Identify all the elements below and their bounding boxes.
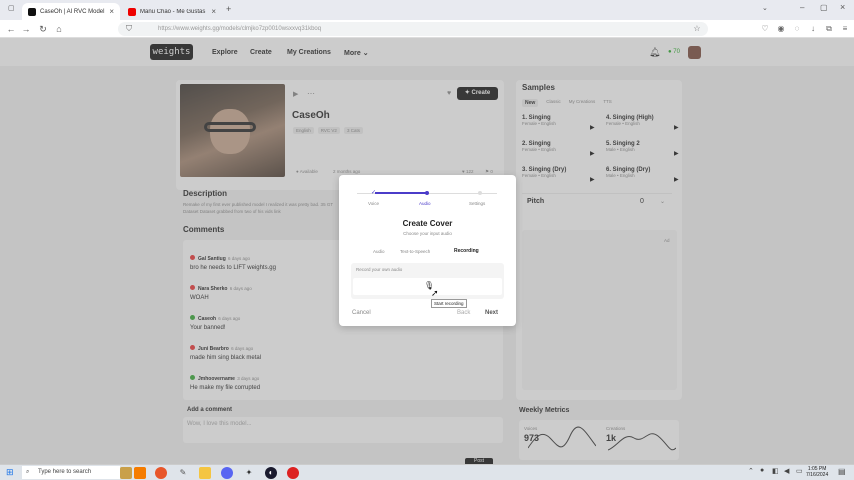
weights-favicon-icon: [28, 7, 36, 16]
microphone-tray-icon[interactable]: ●: [760, 467, 764, 474]
address-toolbar: ← → ↻ ⌂ https://www.weights.gg/models/cl…: [0, 20, 854, 38]
tab-list-icon[interactable]: ▢: [8, 4, 18, 14]
minimize-icon[interactable]: –: [800, 3, 804, 12]
close-tab-icon[interactable]: ×: [211, 7, 216, 16]
clock[interactable]: 1:05 PM 7/16/2024: [806, 466, 828, 478]
network-icon[interactable]: ◧: [772, 467, 779, 475]
back-button[interactable]: Back: [457, 310, 470, 316]
tab-manu-chao[interactable]: Manu Chao - Me Gustas Tu (Off ×: [122, 3, 222, 20]
bookmark-star-icon[interactable]: ☆: [692, 24, 702, 34]
step-settings: Settings: [469, 201, 486, 206]
app-icon[interactable]: [134, 467, 146, 479]
steam-icon[interactable]: ◐: [265, 467, 277, 479]
discord-icon[interactable]: [221, 467, 233, 479]
cancel-button[interactable]: Cancel: [352, 310, 371, 316]
pocket-icon[interactable]: ♡: [760, 24, 770, 34]
chevron-down-icon[interactable]: ⌄: [762, 4, 768, 12]
tab-text-to-speech[interactable]: Text-to-Speech: [400, 249, 430, 254]
tab-title: CaseOh | AI RVC Model: [40, 8, 105, 15]
tab-recording[interactable]: Recording: [454, 248, 479, 254]
mouse-cursor-icon: ➚: [431, 288, 439, 298]
speaker-icon[interactable]: ◀: [784, 467, 789, 475]
menu-icon[interactable]: ≡: [840, 24, 850, 34]
modal-subtitle: Choose your input audio: [403, 231, 452, 236]
step-dot: [425, 191, 429, 195]
taskbar-search-input[interactable]: ⌕ Type here to search: [22, 466, 120, 479]
search-icon: ⌕: [26, 469, 30, 475]
app-icon[interactable]: ✦: [243, 467, 255, 479]
url-input[interactable]: https://www.weights.gg/models/clmjko7zp0…: [118, 22, 708, 36]
step-dot: [478, 191, 482, 195]
battery-icon[interactable]: ▭: [796, 467, 803, 475]
reload-icon[interactable]: ↻: [37, 23, 49, 35]
download-icon[interactable]: ↓: [808, 24, 818, 34]
close-window-icon[interactable]: ×: [840, 2, 845, 12]
search-placeholder: Type here to search: [38, 469, 92, 475]
taskview-icon[interactable]: [120, 467, 132, 479]
tab-audio[interactable]: Audio: [373, 249, 385, 254]
taskbar: ⊞ ⌕ Type here to search ✎ ✦ ◐ ⌃ ● ◧ ◀ ▭ 1…: [0, 464, 854, 480]
browser-tab-bar: CaseOh | AI RVC Model × Manu Chao - Me G…: [0, 0, 854, 20]
new-tab-icon[interactable]: +: [226, 4, 231, 14]
notification-icon[interactable]: ▤: [838, 467, 846, 476]
account-icon[interactable]: ◉: [776, 24, 786, 34]
create-cover-modal: ✓ Voice Audio Settings Create Cover Choo…: [339, 175, 516, 326]
app-icon[interactable]: ✎: [177, 467, 189, 479]
windows-start-icon[interactable]: ⊞: [6, 467, 14, 478]
next-button[interactable]: Next: [485, 310, 498, 316]
maximize-icon[interactable]: ▢: [820, 3, 828, 12]
check-icon: ✓: [371, 190, 377, 196]
shield-icon[interactable]: ⛉: [124, 24, 134, 34]
tab-title: Manu Chao - Me Gustas Tu (Off: [140, 8, 207, 15]
step-audio: Audio: [419, 201, 431, 206]
app-icon[interactable]: [287, 467, 299, 479]
forward-arrow-icon[interactable]: →: [20, 23, 32, 35]
modal-title: Create Cover: [402, 219, 453, 228]
record-label: Record your own audio: [356, 267, 403, 272]
firefox-icon[interactable]: [155, 467, 167, 479]
stepper-progress: [375, 192, 427, 194]
tab-caseoh[interactable]: CaseOh | AI RVC Model ×: [22, 3, 120, 20]
home-icon[interactable]: ⌂: [53, 23, 65, 35]
step-voice: Voice: [368, 201, 380, 206]
youtube-favicon-icon: [128, 7, 136, 16]
puzzle-icon[interactable]: ⧉: [824, 24, 834, 34]
clock-date: 7/16/2024: [806, 472, 829, 478]
extension-icon[interactable]: ◌: [792, 24, 802, 34]
close-tab-icon[interactable]: ×: [109, 7, 114, 16]
folder-icon[interactable]: [199, 467, 211, 479]
tooltip: Start recording: [431, 299, 467, 308]
back-arrow-icon[interactable]: ←: [5, 23, 17, 35]
chevron-up-icon[interactable]: ⌃: [748, 467, 754, 475]
